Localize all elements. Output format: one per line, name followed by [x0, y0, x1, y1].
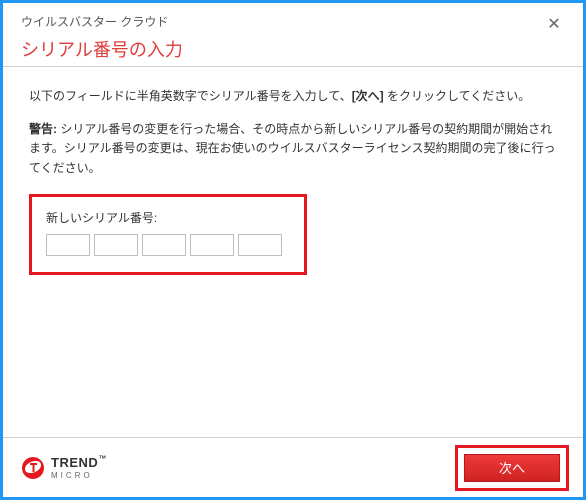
brand-trend-line: TREND™ — [51, 455, 106, 471]
next-button[interactable]: 次へ — [464, 454, 560, 482]
brand-text: TREND™ MICRO — [51, 455, 106, 480]
app-title: ウイルスバスター クラウド — [21, 13, 183, 30]
dialog-window: ウイルスバスター クラウド シリアル番号の入力 ✕ 以下のフィールドに半角英数字… — [0, 0, 586, 500]
titlebar: ウイルスバスター クラウド シリアル番号の入力 ✕ — [3, 3, 583, 67]
serial-segment-1[interactable] — [46, 234, 90, 256]
warning-label: 警告: — [29, 122, 57, 136]
serial-segment-5[interactable] — [238, 234, 282, 256]
close-icon: ✕ — [547, 14, 560, 34]
brand-micro: MICRO — [51, 472, 106, 480]
brand-tm: ™ — [98, 454, 106, 463]
serial-segment-4[interactable] — [190, 234, 234, 256]
trend-micro-logo-icon — [21, 456, 45, 480]
instruction-prefix: 以下のフィールドに半角英数字でシリアル番号を入力して、 — [29, 89, 352, 103]
serial-number-box: 新しいシリアル番号: — [29, 194, 307, 275]
next-button-highlight: 次へ — [455, 445, 569, 491]
serial-segment-2[interactable] — [94, 234, 138, 256]
serial-inputs — [46, 234, 290, 256]
page-title: シリアル番号の入力 — [21, 36, 183, 62]
brand-logo-block: TREND™ MICRO — [21, 455, 106, 480]
warning-text: 警告: シリアル番号の変更を行った場合、その時点から新しいシリアル番号の契約期間… — [29, 120, 557, 178]
serial-segment-3[interactable] — [142, 234, 186, 256]
title-block: ウイルスバスター クラウド シリアル番号の入力 — [21, 13, 183, 62]
brand-trend: TREND — [51, 455, 98, 470]
footer: TREND™ MICRO 次へ — [3, 437, 583, 497]
close-button[interactable]: ✕ — [543, 13, 565, 35]
instruction-bold: [次へ] — [352, 89, 384, 103]
warning-body: シリアル番号の変更を行った場合、その時点から新しいシリアル番号の契約期間が開始さ… — [29, 122, 555, 174]
content-area: 以下のフィールドに半角英数字でシリアル番号を入力して、[次へ] をクリックしてく… — [3, 67, 583, 437]
serial-label: 新しいシリアル番号: — [46, 209, 290, 228]
instruction-suffix: をクリックしてください。 — [384, 89, 531, 103]
instruction-text: 以下のフィールドに半角英数字でシリアル番号を入力して、[次へ] をクリックしてく… — [29, 87, 557, 106]
